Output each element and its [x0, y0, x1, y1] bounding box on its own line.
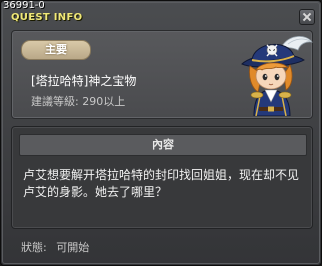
quest-recommended-level: 建議等級: 290以上: [31, 95, 126, 108]
content-section-header: 內容: [19, 134, 307, 156]
status-value: 可開始: [56, 241, 90, 254]
quest-status: 狀態: 可開始: [21, 239, 89, 255]
window-id-label: 36991-0: [3, 0, 45, 11]
status-label: 狀態:: [21, 241, 47, 254]
quest-info-window: 36991-0 QUEST INFO 主要 [塔拉哈特]神之宝物 建議等級: 2…: [0, 0, 322, 266]
quest-name: [塔拉哈特]神之宝物: [31, 74, 137, 88]
pirate-captain-portrait-icon: [241, 36, 313, 116]
quest-content-panel: 內容 卢艾想要解开塔拉哈特的封印找回姐姐，现在却不见卢艾的身影。她去了哪里？: [11, 126, 313, 229]
window-title: QUEST INFO: [11, 12, 83, 23]
quest-summary-panel: 主要 [塔拉哈特]神之宝物 建議等級: 290以上: [11, 30, 313, 119]
quest-description-text: 卢艾想要解开塔拉哈特的封印找回姐姐，现在却不见卢艾的身影。她去了哪里？: [23, 168, 300, 199]
quest-category-badge: 主要: [21, 40, 91, 60]
close-button[interactable]: [299, 9, 315, 25]
